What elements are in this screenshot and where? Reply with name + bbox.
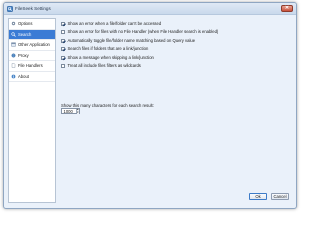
option-label: Show a message when skipping a link/junc… <box>67 55 154 60</box>
window-title: FileSeek Settings <box>15 6 51 11</box>
gear-icon <box>11 22 16 26</box>
option-show-access-error[interactable]: Show an error when a file/folder can't b… <box>61 21 161 26</box>
info-icon <box>11 74 16 79</box>
chars-per-result-value[interactable]: 1000 <box>62 109 76 114</box>
sidebar-item-label: Proxy <box>18 52 29 58</box>
sidebar-item-label: Search <box>18 31 32 37</box>
checkbox-checked[interactable] <box>61 21 65 26</box>
settings-window: FileSeek Settings ✕ Options Search Other… <box>3 2 297 209</box>
option-skip-link-message[interactable]: Show a message when skipping a link/junc… <box>61 55 154 60</box>
stepper-buttons: ▲ ▼ <box>75 108 79 115</box>
sidebar-item-label: Options <box>18 21 33 27</box>
option-label: Search files if folders that are a link/… <box>67 46 149 51</box>
stepper-down-icon[interactable]: ▼ <box>76 111 79 115</box>
sidebar-item-other-application[interactable]: Other Application <box>9 40 55 51</box>
checkbox-unchecked[interactable] <box>61 29 65 34</box>
sidebar-item-label: File Handlers <box>18 63 43 69</box>
option-show-no-handler-error[interactable]: Show an error for files with no File Han… <box>61 29 218 34</box>
application-icon <box>11 42 16 47</box>
network-icon <box>11 53 16 58</box>
option-label: Treat all include files filters as wildc… <box>67 63 141 68</box>
sidebar-item-options[interactable]: Options <box>9 19 55 30</box>
checkbox-checked[interactable] <box>61 55 65 60</box>
search-settings-panel: Show an error when a file/folder can't b… <box>59 18 295 190</box>
option-auto-toggle-name-matching[interactable]: Automatically toggle file/folder name ma… <box>61 38 195 43</box>
sidebar-item-label: Other Application <box>18 42 50 48</box>
checkbox-checked[interactable] <box>61 46 65 51</box>
checkbox-checked[interactable] <box>61 38 65 43</box>
search-icon <box>11 32 16 37</box>
sidebar-item-file-handlers[interactable]: File Handlers <box>9 61 55 72</box>
settings-nav: Options Search Other Application Proxy F… <box>8 18 56 203</box>
sidebar-item-about[interactable]: About <box>9 72 55 82</box>
sidebar-item-proxy[interactable]: Proxy <box>9 51 55 61</box>
title-bar[interactable]: FileSeek Settings ✕ <box>4 3 296 15</box>
cancel-button[interactable]: Cancel <box>271 193 289 200</box>
option-wildcard-filters[interactable]: Treat all include files filters as wildc… <box>61 63 141 68</box>
checkbox-unchecked[interactable] <box>61 63 65 68</box>
app-icon <box>7 6 13 12</box>
ok-button[interactable]: Ok <box>249 193 267 200</box>
chars-per-result-stepper[interactable]: 1000 ▲ ▼ <box>61 108 80 115</box>
close-button[interactable]: ✕ <box>281 5 293 12</box>
option-label: Show an error when a file/folder can't b… <box>67 21 162 26</box>
option-search-links[interactable]: Search files if folders that are a link/… <box>61 46 148 51</box>
file-icon <box>11 63 16 68</box>
close-icon: ✕ <box>284 5 290 11</box>
option-label: Show an error for files with no File Han… <box>67 29 219 34</box>
sidebar-item-search[interactable]: Search <box>9 29 55 40</box>
sidebar-item-label: About <box>18 73 29 79</box>
option-label: Automatically toggle file/folder name ma… <box>67 38 196 43</box>
